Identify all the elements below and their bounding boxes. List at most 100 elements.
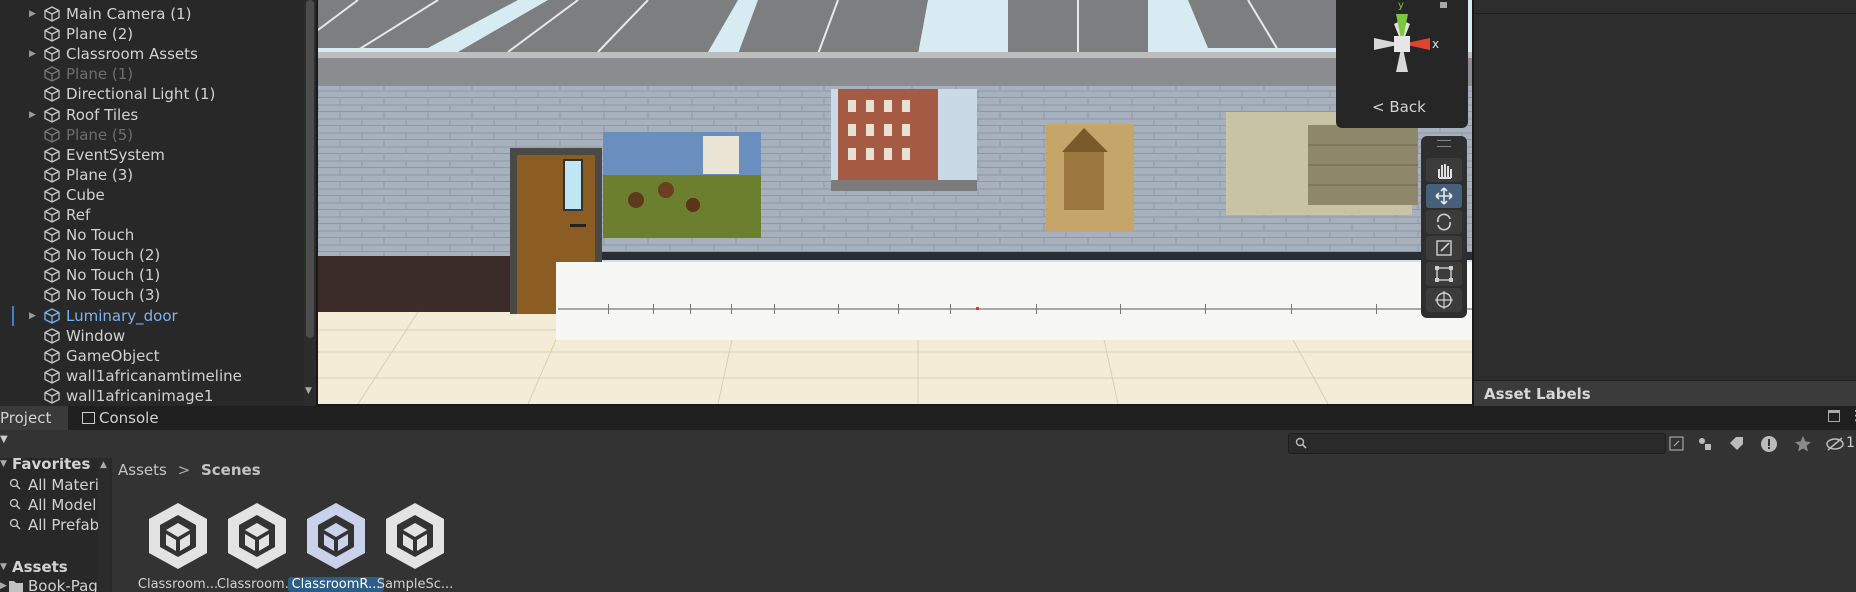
hierarchy-item[interactable]: No Touch — [0, 225, 304, 245]
search-input[interactable] — [1288, 433, 1666, 454]
expand-arrow-icon[interactable]: ▶ — [29, 105, 36, 125]
scene-render — [318, 0, 1472, 404]
expand-arrow-icon[interactable]: ▶ — [29, 306, 36, 326]
hierarchy-item-label: Cube — [66, 185, 105, 204]
gameobject-cube-icon — [44, 388, 62, 406]
hierarchy-item-label: Window — [66, 326, 126, 345]
gameobject-cube-icon — [44, 6, 62, 24]
expand-arrow-icon[interactable]: ▶ — [29, 4, 36, 24]
hierarchy-scrollbar-thumb[interactable] — [306, 0, 314, 338]
move-tool-button[interactable] — [1426, 184, 1462, 208]
hierarchy-item[interactable]: ▶ Classroom Assets — [0, 44, 304, 64]
hierarchy-item[interactable]: wall1africanamtimeline — [0, 366, 304, 386]
gameobject-cube-icon — [44, 146, 62, 165]
gizmo-x-label: x — [1432, 37, 1439, 51]
hand-tool-button[interactable] — [1426, 158, 1462, 182]
hidden-packages-icon[interactable] — [1825, 434, 1845, 454]
hierarchy-item[interactable]: Ref — [0, 205, 304, 225]
hierarchy-item-label: Ref — [66, 206, 91, 224]
rect-tool-button[interactable] — [1426, 262, 1462, 286]
hierarchy-item-label: wall1africanimage1 — [66, 386, 214, 405]
asset-labels-title: Asset Labels — [1484, 385, 1591, 403]
lock-icon[interactable] — [1828, 410, 1840, 422]
hierarchy-item[interactable]: wall1africanimage1 — [0, 386, 304, 406]
gameobject-cube-icon — [44, 247, 62, 265]
hierarchy-item-label: No Touch — [66, 226, 135, 245]
hierarchy-item[interactable]: No Touch (1) — [0, 265, 304, 285]
breadcrumb-assets[interactable]: Assets — [118, 461, 167, 479]
console-icon — [82, 412, 95, 424]
expand-arrow-icon[interactable]: ▼ — [0, 557, 7, 577]
unity-scene-icon — [386, 503, 444, 569]
rect-transform-icon — [1435, 266, 1453, 282]
hierarchy-item[interactable]: Cube — [0, 185, 304, 205]
expand-arrow-icon[interactable]: ▶ — [29, 44, 36, 64]
transform-tool-button[interactable] — [1426, 288, 1462, 312]
hierarchy-item[interactable]: No Touch (3) — [0, 285, 304, 305]
gameobject-cube-icon — [44, 207, 62, 225]
scroll-down-icon[interactable]: ▼ — [305, 386, 312, 396]
scene-view[interactable] — [318, 0, 1472, 404]
hand-icon — [1438, 164, 1452, 179]
expand-arrow-icon[interactable]: ▼ — [0, 458, 7, 474]
hierarchy-item-label: No Touch (1) — [66, 266, 161, 285]
tree-item-label: All Materi — [28, 476, 99, 494]
hierarchy-item[interactable]: Plane (3) — [0, 165, 304, 185]
hierarchy-item-label: Plane (3) — [66, 165, 134, 184]
hierarchy-item[interactable]: Plane (1) — [0, 64, 304, 84]
tree-item-label: All Prefab — [28, 516, 100, 534]
scene-asset-tile[interactable]: SampleSc... — [367, 498, 463, 592]
search-by-type-icon[interactable] — [1667, 434, 1687, 454]
import-log-icon[interactable] — [1759, 434, 1779, 454]
hierarchy-item[interactable]: GameObject — [0, 346, 304, 366]
orientation-gizmo[interactable]: x y < Back — [1336, 0, 1468, 128]
scroll-up-icon[interactable]: ▲ — [100, 460, 107, 470]
hierarchy-item[interactable]: Plane (5) — [0, 125, 304, 145]
filter-by-label-icon[interactable] — [1727, 434, 1747, 454]
hierarchy-item-label: No Touch (3) — [66, 286, 161, 305]
more-options-icon[interactable]: ⋮ — [1849, 408, 1856, 424]
hierarchy-item-label: Classroom Assets — [66, 45, 198, 64]
scale-tool-button[interactable] — [1426, 236, 1462, 260]
hierarchy-item[interactable]: Directional Light (1) — [0, 84, 304, 104]
hierarchy-item[interactable]: ▶ Luminary_door — [0, 305, 304, 326]
hierarchy-item[interactable]: ▶ Roof Tiles — [0, 105, 304, 125]
search-icon — [1295, 437, 1307, 449]
filter-by-type-icon[interactable] — [1695, 434, 1715, 454]
tab-project[interactable]: Project — [0, 406, 68, 430]
asset-labels-section[interactable]: Asset Labels — [1474, 380, 1856, 407]
hierarchy-item[interactable]: No Touch (2) — [0, 245, 304, 265]
project-tree-scrollbar[interactable]: ▲ — [98, 458, 110, 592]
hierarchy-item[interactable]: Window — [0, 326, 304, 346]
transform-icon — [1435, 291, 1453, 309]
hierarchy-item[interactable]: ▶ Main Camera (1) — [0, 4, 304, 24]
tree-item-label: Book-Pag — [28, 577, 98, 592]
hierarchy-item[interactable]: Plane (2) — [0, 24, 304, 44]
hierarchy-item-label: No Touch (2) — [66, 246, 161, 265]
create-dropdown-icon[interactable]: ▼ — [0, 434, 8, 445]
gizmo-back-button[interactable]: < Back — [1372, 98, 1426, 116]
tree-item-label: All Model — [28, 496, 97, 514]
tab-console[interactable]: Console — [82, 406, 159, 430]
gameobject-cube-icon — [44, 106, 62, 125]
hierarchy-item[interactable]: EventSystem — [0, 145, 304, 165]
prefab-edit-marker — [12, 305, 14, 326]
hierarchy-item-label: Plane (2) — [66, 25, 134, 44]
hierarchy-item-label: Main Camera (1) — [66, 5, 192, 23]
rotate-tool-button[interactable] — [1426, 210, 1462, 234]
asset-name: SampleSc... — [376, 577, 454, 592]
palette-drag-handle[interactable] — [1437, 140, 1451, 147]
lock-icon[interactable] — [1440, 2, 1447, 8]
breadcrumb-scenes[interactable]: Scenes — [201, 461, 261, 479]
gameobject-cube-icon — [44, 26, 62, 44]
hierarchy-item-label: Directional Light (1) — [66, 85, 216, 104]
tree-item-label: Favorites — [12, 458, 91, 473]
favorite-star-icon[interactable] — [1793, 434, 1813, 454]
gameobject-cube-icon — [44, 368, 62, 386]
expand-arrow-icon[interactable]: ▶ — [0, 576, 7, 592]
gameobject-cube-icon — [44, 267, 62, 285]
gameobject-cube-icon — [44, 227, 62, 245]
inspector-divider — [1474, 13, 1856, 14]
hierarchy-scrollbar[interactable]: ▼ — [304, 0, 316, 406]
search-icon — [9, 518, 21, 530]
